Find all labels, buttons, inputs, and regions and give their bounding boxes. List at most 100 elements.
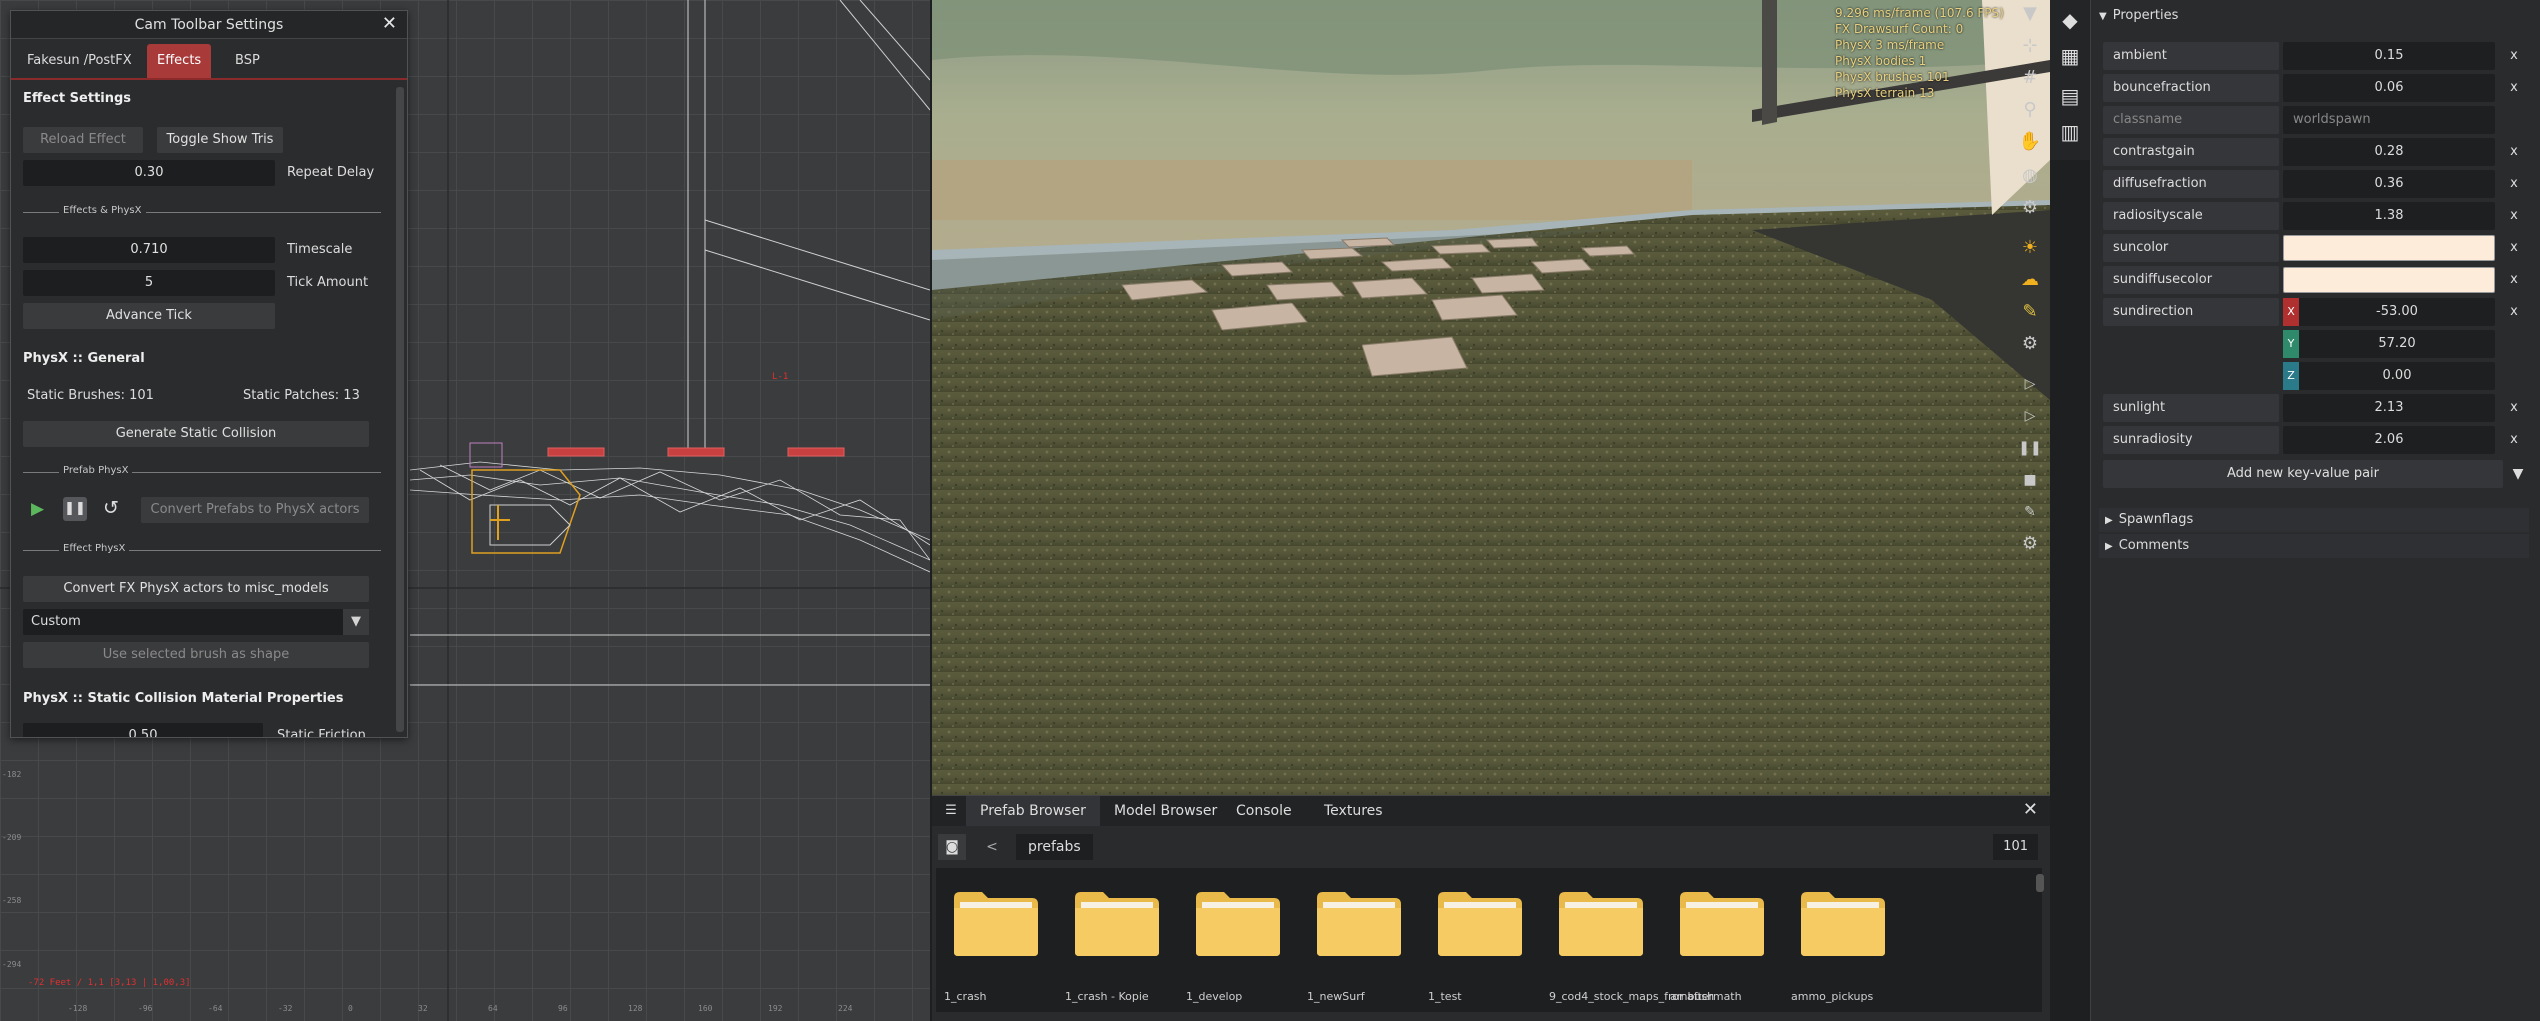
property-key[interactable]: suncolor: [2103, 234, 2279, 262]
property-value[interactable]: 1.38: [2283, 202, 2495, 230]
add-key-value-button[interactable]: Add new key-value pair: [2103, 460, 2503, 488]
remove-property-button[interactable]: x: [2503, 298, 2525, 326]
grid-icon[interactable]: #: [2016, 64, 2044, 92]
property-key[interactable]: sundiffusecolor: [2103, 266, 2279, 294]
property-key[interactable]: sunlight: [2103, 394, 2279, 422]
properties-header[interactable]: ▼ Properties: [2099, 8, 2529, 28]
property-value[interactable]: 2.06: [2283, 426, 2495, 454]
property-key[interactable]: ambient: [2103, 42, 2279, 70]
tab-console[interactable]: Console: [1222, 796, 1306, 826]
shape-select[interactable]: Custom ▼: [23, 609, 369, 635]
remove-property-button[interactable]: x: [2503, 394, 2525, 422]
property-value[interactable]: 0.36: [2283, 170, 2495, 198]
folder-item[interactable]: 1_crash - Kopie: [1063, 880, 1183, 1003]
folder-grid[interactable]: 1_crash 1_crash - Kopie 1_develop 1_newSurf…: [936, 868, 2042, 1012]
tab-model-browser[interactable]: Model Browser: [1100, 796, 1231, 826]
remove-property-button[interactable]: x: [2503, 170, 2525, 198]
remove-property-button[interactable]: x: [2503, 42, 2525, 70]
cloud-icon[interactable]: ☁: [2016, 266, 2044, 294]
gear-icon[interactable]: ⚙: [2016, 530, 2044, 558]
static-friction-input[interactable]: 0.50: [23, 723, 263, 737]
sundirection-z-input[interactable]: Z 0.00: [2283, 362, 2495, 390]
pause-icon[interactable]: ❚❚: [2016, 434, 2044, 462]
grid-icon[interactable]: ▦: [2054, 40, 2086, 72]
paperclip-icon[interactable]: ⚲: [2016, 96, 2044, 124]
remove-property-button[interactable]: x: [2503, 202, 2525, 230]
remove-property-button[interactable]: x: [2503, 74, 2525, 102]
use-selected-brush-button[interactable]: Use selected brush as shape: [23, 642, 369, 668]
suncolor-swatch[interactable]: [2283, 235, 2495, 261]
grid-snap-icon[interactable]: ⊹: [2016, 32, 2044, 60]
folder-item[interactable]: 1_develop: [1184, 880, 1304, 1003]
convert-prefabs-button[interactable]: Convert Prefabs to PhysX actors: [141, 497, 369, 523]
sundiffusecolor-swatch[interactable]: [2283, 267, 2495, 293]
layout-icon[interactable]: ▤: [2054, 80, 2086, 112]
browser-scrollbar[interactable]: [2036, 874, 2044, 892]
sundirection-x-input[interactable]: X -53.00: [2283, 298, 2495, 326]
tab-bsp[interactable]: BSP: [225, 44, 270, 78]
convert-fx-button[interactable]: Convert FX PhysX actors to misc_models: [23, 576, 369, 602]
property-key[interactable]: diffusefraction: [2103, 170, 2279, 198]
property-value[interactable]: 0.28: [2283, 138, 2495, 166]
panel-titlebar[interactable]: Cam Toolbar Settings ✕: [11, 11, 407, 39]
reload-effect-button[interactable]: Reload Effect: [23, 127, 143, 153]
folder-item[interactable]: 1_crash: [942, 880, 1062, 1003]
close-icon[interactable]: ✕: [382, 13, 397, 34]
property-key[interactable]: contrastgain: [2103, 138, 2279, 166]
dropdown-arrow-icon[interactable]: ▼: [2016, 0, 2044, 28]
folder-item[interactable]: ammo_pickups: [1789, 880, 1909, 1003]
advance-tick-button[interactable]: Advance Tick: [23, 303, 275, 329]
property-value[interactable]: 0.06: [2283, 74, 2495, 102]
gear-icon[interactable]: ⚙: [2016, 194, 2044, 222]
remove-property-button[interactable]: x: [2503, 138, 2525, 166]
camera-icon[interactable]: ◙: [938, 834, 966, 860]
property-key[interactable]: radiosityscale: [2103, 202, 2279, 230]
property-value[interactable]: 0.15: [2283, 42, 2495, 70]
tab-textures[interactable]: Textures: [1310, 796, 1397, 826]
spawnflags-section[interactable]: ▶ Spawnflags: [2099, 508, 2529, 532]
menu-icon[interactable]: ☰: [940, 800, 962, 822]
property-key[interactable]: sunradiosity: [2103, 426, 2279, 454]
property-value[interactable]: 2.13: [2283, 394, 2495, 422]
timescale-input[interactable]: 0.710: [23, 237, 275, 263]
globe-icon[interactable]: ◍: [2016, 162, 2044, 190]
tab-prefab-browser[interactable]: Prefab Browser: [966, 796, 1100, 826]
remove-property-button[interactable]: x: [2503, 266, 2525, 294]
hand-icon[interactable]: ✋: [2016, 128, 2044, 156]
pause-icon[interactable]: ❚❚: [63, 497, 87, 521]
play-icon[interactable]: ▷: [2016, 370, 2044, 398]
sun-icon[interactable]: ☀: [2016, 234, 2044, 262]
reset-icon[interactable]: ↺: [103, 497, 125, 519]
comments-section[interactable]: ▶ Comments: [2099, 534, 2529, 558]
wand-icon[interactable]: ✎: [2016, 298, 2044, 326]
tick-amount-input[interactable]: 5: [23, 270, 275, 296]
folder-item[interactable]: 9_cod4_stock_maps_fror aftermath: [1547, 880, 1742, 1003]
repeat-delay-input[interactable]: 0.30: [23, 160, 275, 186]
step-icon[interactable]: ▷: [2016, 402, 2044, 430]
cube-icon[interactable]: ◆: [2054, 4, 2086, 36]
property-key[interactable]: sundirection: [2103, 298, 2279, 326]
folder-item[interactable]: ambush: [1668, 880, 1788, 1003]
columns-icon[interactable]: ▥: [2054, 116, 2086, 148]
play-icon[interactable]: ▶: [31, 499, 51, 519]
gear-icon[interactable]: ⚙: [2016, 330, 2044, 358]
tab-effects[interactable]: Effects: [147, 44, 212, 78]
panel-scrollbar[interactable]: [396, 87, 404, 732]
tab-fakesun-postfx[interactable]: Fakesun /PostFX: [17, 44, 142, 78]
cam-toolbar-settings-panel[interactable]: Cam Toolbar Settings ✕ Fakesun /PostFX E…: [10, 10, 408, 738]
breadcrumb[interactable]: prefabs: [1016, 834, 1093, 860]
chevron-down-icon[interactable]: ▼: [2507, 460, 2529, 488]
sundirection-y-input[interactable]: Y 57.20: [2283, 330, 2495, 358]
chevron-down-icon[interactable]: ▼: [343, 609, 369, 635]
remove-property-button[interactable]: x: [2503, 426, 2525, 454]
generate-static-collision-button[interactable]: Generate Static Collision: [23, 421, 369, 447]
toggle-show-tris-button[interactable]: Toggle Show Tris: [157, 127, 283, 153]
back-button[interactable]: <: [978, 834, 1006, 860]
close-icon[interactable]: ✕: [2023, 799, 2038, 820]
remove-property-button[interactable]: x: [2503, 234, 2525, 262]
stop-icon[interactable]: ■: [2016, 466, 2044, 494]
folder-item[interactable]: 1_newSurf: [1305, 880, 1425, 1003]
3d-viewport[interactable]: 9.296 ms/frame (107.6 FPS) FX Drawsurf C…: [932, 0, 2050, 795]
folder-item[interactable]: 1_test: [1426, 880, 1546, 1003]
pencil-icon[interactable]: ✎: [2016, 498, 2044, 526]
